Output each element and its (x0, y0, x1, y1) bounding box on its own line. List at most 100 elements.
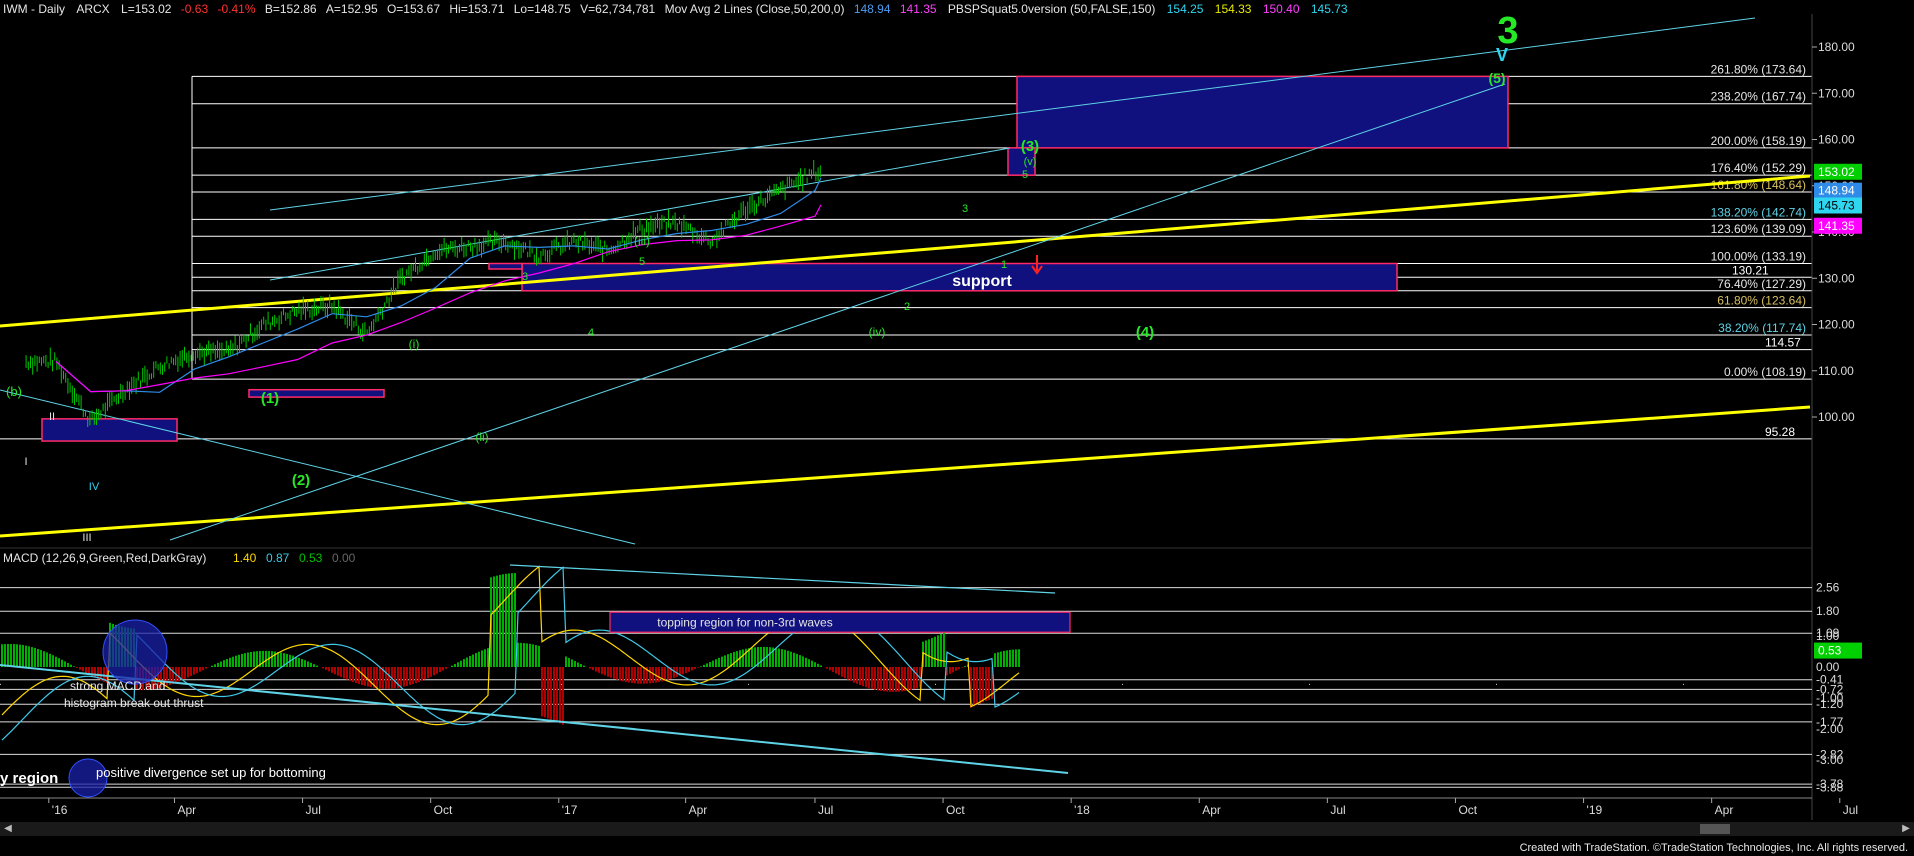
macd-tick-label: 1.00 (1816, 629, 1840, 643)
date-tick-label: Oct (434, 803, 453, 817)
date-tick-label: '19 (1587, 803, 1603, 817)
channel-line-upper (269, 17, 1756, 211)
price-tick-label: 180.00 (1818, 40, 1855, 54)
fib-label: 76.40% (127.29) (1717, 277, 1806, 291)
macd-reading: 1.40 (233, 551, 257, 565)
chart-root: IWM - Daily ARCX L=153.02 -0.63 -0.41% B… (0, 0, 1914, 856)
wave-label: (iii) (634, 234, 650, 248)
price-tick-label: 170.00 (1818, 86, 1855, 100)
footer-credit: Created with TradeStation. ©TradeStation… (1519, 842, 1908, 854)
wave-label: V (1496, 45, 1508, 65)
macd-panel: MACD (12,26,9,Green,Red,DarkGray) 1.40 0.8… (0, 547, 1862, 798)
fib-label: 200.00% (158.19) (1711, 134, 1806, 148)
wave-label: 5 (1022, 169, 1028, 181)
target-box-wave-5 (1016, 75, 1509, 149)
target-boxes: support (41, 75, 1509, 442)
fib-label: 176.40% (152.29) (1711, 161, 1806, 175)
fib-label: 38.20% (117.74) (1718, 321, 1806, 335)
wave-label: III (82, 532, 91, 544)
date-tick-label: '17 (562, 803, 578, 817)
wave-label: IV (89, 481, 100, 493)
cutoff-region-label: y region (0, 770, 58, 787)
date-tick-label: Jul (1843, 803, 1858, 817)
support-box-stub (488, 262, 523, 270)
macd-tick-label: -2.00 (1816, 722, 1844, 736)
wave-label: (b) (6, 384, 22, 399)
wave-label: II (49, 411, 55, 423)
macd-title: MACD (12,26,9,Green,Red,DarkGray) (3, 551, 206, 565)
date-tick-label: Oct (1458, 803, 1477, 817)
scroll-right-icon[interactable]: ▶ (1900, 823, 1912, 835)
wave-label: (v) (1024, 156, 1037, 168)
date-tick-label: Jul (306, 803, 321, 817)
date-tick-label: '18 (1074, 803, 1090, 817)
price-tick-label: 110.00 (1818, 364, 1854, 378)
macd-thrust-label: strong MACD and (70, 679, 165, 693)
yellow-trendline-lower (0, 405, 1811, 538)
macd-tag-label: 0.53 (1818, 644, 1842, 658)
price-tag-label: 153.02 (1818, 165, 1855, 179)
macd-reading: 0.87 (266, 551, 290, 565)
macd-tick-label: 1.80 (1816, 604, 1840, 618)
price-tick-label: 130.00 (1818, 271, 1855, 285)
date-tick-label: Apr (1202, 803, 1221, 817)
wave-label: (1) (261, 390, 279, 407)
price-tick-label: 100.00 (1818, 410, 1855, 424)
wave-label: 3 (522, 271, 528, 283)
wave-label: (ii) (475, 430, 488, 444)
divergence-label: positive divergence set up for bottoming (96, 765, 326, 780)
support-label: support (952, 273, 1012, 290)
wave-label: (iv) (869, 325, 886, 339)
price-tick-label: 160.00 (1818, 133, 1855, 147)
date-axis: '16 Apr Jul Oct '17 Apr Jul Oct '18 Apr Jul Oct '19 A… (0, 797, 1858, 817)
date-tick-label: Jul (818, 803, 833, 817)
macd-tick-label: -1.20 (1816, 697, 1844, 711)
horizontal-scrollbar[interactable]: ◀ ▶ (0, 822, 1914, 836)
fib-label: 123.60% (139.09) (1711, 222, 1806, 236)
date-tick-label: '16 (52, 803, 68, 817)
downtrend-line (0, 389, 636, 545)
wave-label: (3) (1021, 138, 1039, 155)
fib-label: 238.20% (167.74) (1711, 90, 1806, 104)
macd-tick-label: -3.00 (1816, 753, 1844, 767)
wave-label: (5) (1488, 70, 1505, 86)
date-tick-label: Jul (1330, 803, 1345, 817)
fib-label: 0.00% (108.19) (1724, 365, 1806, 379)
macd-tick-label: 2.56 (1816, 581, 1840, 595)
scroll-left-icon[interactable]: ◀ (2, 823, 14, 835)
wave-label: (i) (409, 337, 420, 351)
macd-tick-label: -3.88 (1816, 780, 1844, 794)
wave-label: 3 (962, 203, 968, 215)
fib-label: 261.80% (173.64) (1711, 62, 1806, 76)
price-tag-label: 148.94 (1818, 184, 1855, 198)
price-tick-label: 120.00 (1818, 318, 1855, 332)
wave-ii-box (41, 418, 178, 442)
channel-line-mid (169, 83, 1506, 541)
topping-region-label: topping region for non-3rd waves (657, 616, 832, 630)
wave-label: 4 (588, 327, 594, 339)
date-tick-label: Apr (689, 803, 708, 817)
wave-label: 2 (904, 301, 910, 313)
date-tick-label: Apr (1715, 803, 1734, 817)
macd-reading: 0.00 (332, 551, 356, 565)
macd-reading: 0.53 (299, 551, 323, 565)
wave-label: (2) (292, 472, 310, 489)
date-tick-label: Apr (177, 803, 196, 817)
scroll-thumb[interactable] (1700, 824, 1730, 834)
macd-divergence-line (509, 564, 1056, 594)
fib-label: 100.00% (133.19) (1711, 249, 1806, 263)
fib-label: 138.20% (142.74) (1711, 205, 1806, 219)
chart-svg: 130.21114.5795.28261.80% (173.64)238.20%… (0, 10, 1862, 820)
date-tick-label: Oct (946, 803, 965, 817)
wave-label: 5 (639, 256, 645, 268)
price-tag-label: 145.73 (1818, 198, 1855, 212)
wave-label: (4) (1136, 324, 1154, 341)
level-label: 114.57 (1765, 336, 1801, 350)
fib-label: 61.80% (123.64) (1717, 294, 1806, 308)
macd-thrust-circle (102, 619, 168, 685)
level-label: 95.28 (1765, 425, 1795, 439)
price-tag-label: 141.35 (1818, 219, 1855, 233)
macd-thrust-label-2: histogram break out thrust (64, 696, 204, 710)
level-label: 130.21 (1732, 263, 1769, 277)
wave-label: I (24, 456, 27, 468)
